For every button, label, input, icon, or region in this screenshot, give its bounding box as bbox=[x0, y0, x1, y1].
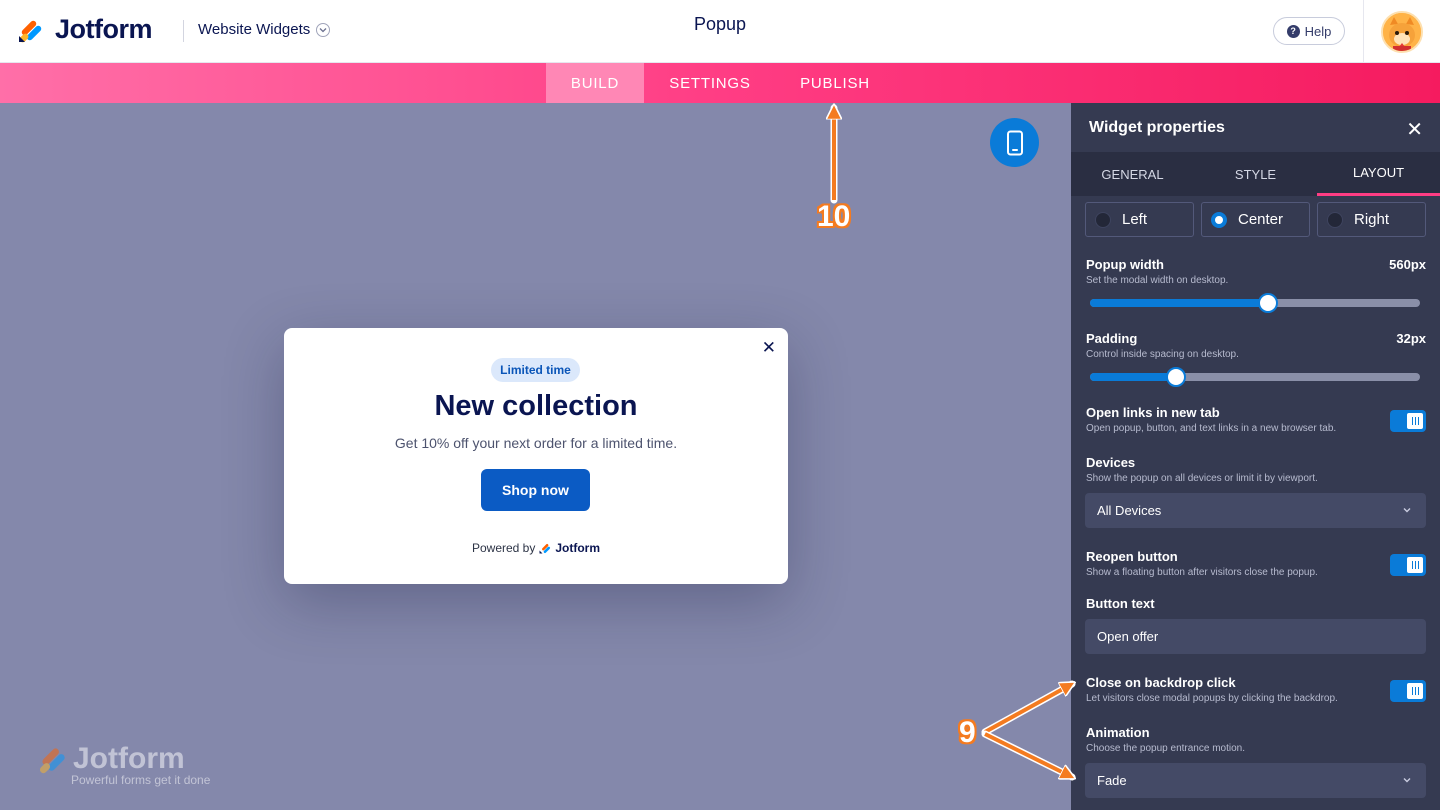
toggle-grip-icon bbox=[1407, 413, 1423, 429]
watermark-name: Jotform bbox=[73, 742, 185, 775]
tab-general[interactable]: GENERAL bbox=[1071, 152, 1194, 196]
tab-publish[interactable]: PUBLISH bbox=[780, 63, 890, 103]
jotform-watermark: Jotform Powerful forms get it done bbox=[37, 742, 210, 787]
popup-subtitle: Get 10% off your next order for a limite… bbox=[394, 435, 678, 451]
button-text-label: Button text bbox=[1086, 596, 1155, 611]
radio-center[interactable] bbox=[1211, 211, 1227, 228]
limited-time-badge: Limited time bbox=[491, 358, 580, 382]
popup-width-value: 560px bbox=[1389, 257, 1426, 272]
animation-select-value: Fade bbox=[1097, 773, 1127, 788]
padding-value: 32px bbox=[1396, 331, 1426, 346]
widget-properties-panel: Widget properties ✕ GENERAL STYLE LAYOUT… bbox=[1071, 103, 1440, 810]
avatar-icon bbox=[1383, 13, 1421, 51]
avatar[interactable] bbox=[1381, 11, 1423, 53]
reopen-label: Reopen button bbox=[1086, 549, 1178, 564]
button-text-input[interactable]: Open offer bbox=[1085, 619, 1426, 654]
align-right-label: Right bbox=[1354, 211, 1390, 228]
close-backdrop-label: Close on backdrop click bbox=[1086, 675, 1236, 690]
popup-close-icon[interactable]: ✕ bbox=[762, 338, 776, 358]
tab-build[interactable]: BUILD bbox=[546, 63, 644, 103]
widget-type-label: Website Widgets bbox=[198, 21, 311, 38]
align-left-option[interactable]: Left bbox=[1085, 202, 1194, 237]
reopen-toggle[interactable] bbox=[1390, 554, 1426, 576]
powered-by-brand: Jotform bbox=[555, 541, 601, 555]
popup-width-label: Popup width bbox=[1086, 257, 1164, 272]
toggle-grip-icon bbox=[1407, 557, 1423, 573]
powered-by[interactable]: Powered by Jotform bbox=[284, 541, 788, 555]
question-icon: ? bbox=[1286, 24, 1300, 38]
popup-width-slider-fill bbox=[1090, 299, 1269, 307]
shop-now-button[interactable]: Shop now bbox=[481, 469, 590, 511]
header-separator bbox=[1363, 0, 1364, 63]
panel-tabs: GENERAL STYLE LAYOUT bbox=[1071, 152, 1440, 196]
tab-layout[interactable]: LAYOUT bbox=[1317, 152, 1440, 196]
radio-right[interactable] bbox=[1327, 211, 1343, 228]
annotation-label-10: 10 bbox=[817, 200, 851, 233]
popup-title: New collection bbox=[434, 390, 638, 422]
chevron-down-icon bbox=[316, 22, 331, 37]
close-backdrop-toggle[interactable] bbox=[1390, 680, 1426, 702]
open-links-toggle[interactable] bbox=[1390, 410, 1426, 432]
padding-slider-fill bbox=[1090, 373, 1176, 381]
widget-type-dropdown[interactable]: Website Widgets bbox=[198, 21, 331, 38]
devices-label: Devices bbox=[1086, 455, 1136, 470]
animation-desc: Choose the popup entrance motion. bbox=[1086, 743, 1245, 754]
popup-width-desc: Set the modal width on desktop. bbox=[1086, 275, 1229, 286]
toggle-grip-icon bbox=[1407, 683, 1423, 699]
mobile-phone-icon bbox=[1006, 130, 1023, 155]
jotform-small-logo-icon bbox=[539, 544, 551, 554]
button-text-value: Open offer bbox=[1097, 629, 1159, 644]
annotation-label-9: 9 bbox=[959, 716, 976, 749]
align-center-label: Center bbox=[1238, 211, 1284, 228]
open-links-label: Open links in new tab bbox=[1086, 405, 1220, 420]
align-center-option[interactable]: Center bbox=[1201, 202, 1310, 237]
panel-title: Widget properties bbox=[1089, 118, 1225, 136]
tab-settings[interactable]: SETTINGS bbox=[650, 63, 770, 103]
popup-width-slider-handle[interactable] bbox=[1258, 293, 1279, 313]
powered-by-label: Powered by bbox=[471, 541, 536, 555]
close-icon[interactable]: ✕ bbox=[1406, 117, 1423, 142]
header-divider bbox=[183, 20, 184, 42]
padding-slider[interactable] bbox=[1090, 367, 1420, 387]
jotform-logo[interactable]: Jotform bbox=[17, 14, 153, 45]
padding-slider-handle[interactable] bbox=[1165, 367, 1186, 387]
open-links-desc: Open popup, button, and text links in a … bbox=[1086, 423, 1337, 434]
padding-desc: Control inside spacing on desktop. bbox=[1086, 349, 1239, 360]
animation-select[interactable]: Fade bbox=[1085, 763, 1426, 798]
alignment-options: Left Center Right bbox=[1085, 202, 1426, 237]
top-bar: Jotform Website Widgets Popup ? Help bbox=[0, 0, 1440, 63]
chevron-down-icon bbox=[1403, 508, 1411, 513]
devices-select[interactable]: All Devices bbox=[1085, 493, 1426, 528]
watermark-tagline: Powerful forms get it done bbox=[71, 773, 211, 787]
jotform-logo-icon bbox=[19, 20, 42, 42]
devices-select-value: All Devices bbox=[1097, 503, 1162, 518]
main-nav: BUILD SETTINGS PUBLISH bbox=[0, 63, 1440, 103]
popup-width-slider[interactable] bbox=[1090, 293, 1420, 313]
padding-label: Padding bbox=[1086, 331, 1138, 346]
help-label: Help bbox=[1304, 23, 1332, 39]
align-left-label: Left bbox=[1122, 211, 1148, 228]
device-toggle-button[interactable] bbox=[990, 118, 1039, 167]
align-right-option[interactable]: Right bbox=[1317, 202, 1426, 237]
radio-left[interactable] bbox=[1095, 211, 1111, 228]
popup-preview[interactable]: ✕ Limited time New collection Get 10% of… bbox=[284, 328, 788, 584]
animation-label: Animation bbox=[1086, 725, 1150, 740]
reopen-desc: Show a floating button after visitors cl… bbox=[1086, 567, 1318, 578]
help-button[interactable]: ? Help bbox=[1273, 17, 1345, 45]
close-backdrop-desc: Let visitors close modal popups by click… bbox=[1086, 693, 1338, 704]
devices-desc: Show the popup on all devices or limit i… bbox=[1086, 473, 1318, 484]
jotform-watermark-icon bbox=[39, 748, 65, 774]
logo-text: Jotform bbox=[55, 14, 153, 44]
chevron-down-icon bbox=[1403, 778, 1411, 783]
tab-style[interactable]: STYLE bbox=[1194, 152, 1317, 196]
